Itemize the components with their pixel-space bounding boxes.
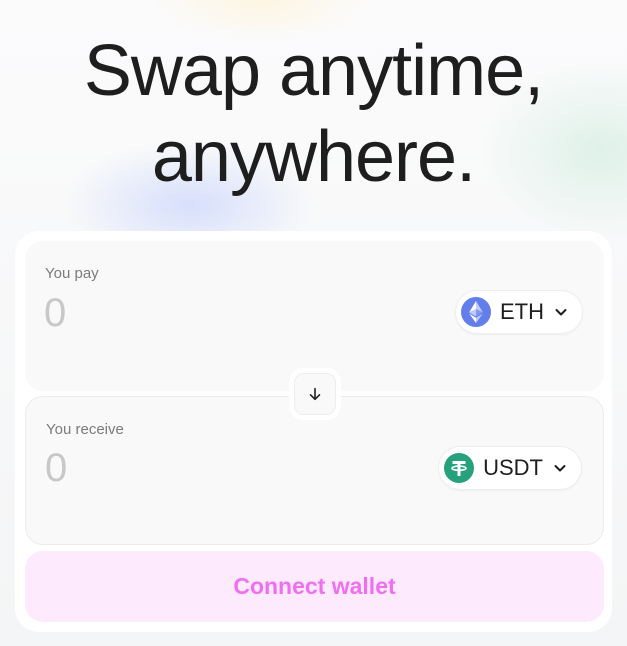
ethereum-icon (461, 297, 491, 327)
hero-title: Swap anytime, anywhere. (0, 28, 627, 200)
arrow-down-icon (307, 386, 323, 402)
tether-icon (444, 453, 475, 483)
hero-title-line-1: Swap anytime, (83, 31, 544, 111)
hero-title-line-2: anywhere. (151, 117, 476, 197)
swap-direction-wrapper (289, 368, 341, 420)
chevron-down-icon (554, 305, 568, 319)
connect-wallet-button[interactable]: Connect wallet (25, 551, 604, 622)
swap-card: You pay ETH (15, 231, 612, 632)
receive-label: You receive (46, 421, 124, 438)
receive-token-symbol: USDT (483, 455, 543, 480)
pay-token-symbol: ETH (500, 299, 544, 324)
swap-direction-button[interactable] (294, 373, 336, 415)
pay-amount-input[interactable] (44, 290, 344, 336)
receive-token-selector[interactable]: USDT (439, 447, 581, 489)
chevron-down-icon (553, 461, 567, 475)
pay-token-selector[interactable]: ETH (456, 291, 582, 333)
receive-amount-input[interactable] (45, 445, 345, 491)
pay-label: You pay (45, 265, 99, 282)
